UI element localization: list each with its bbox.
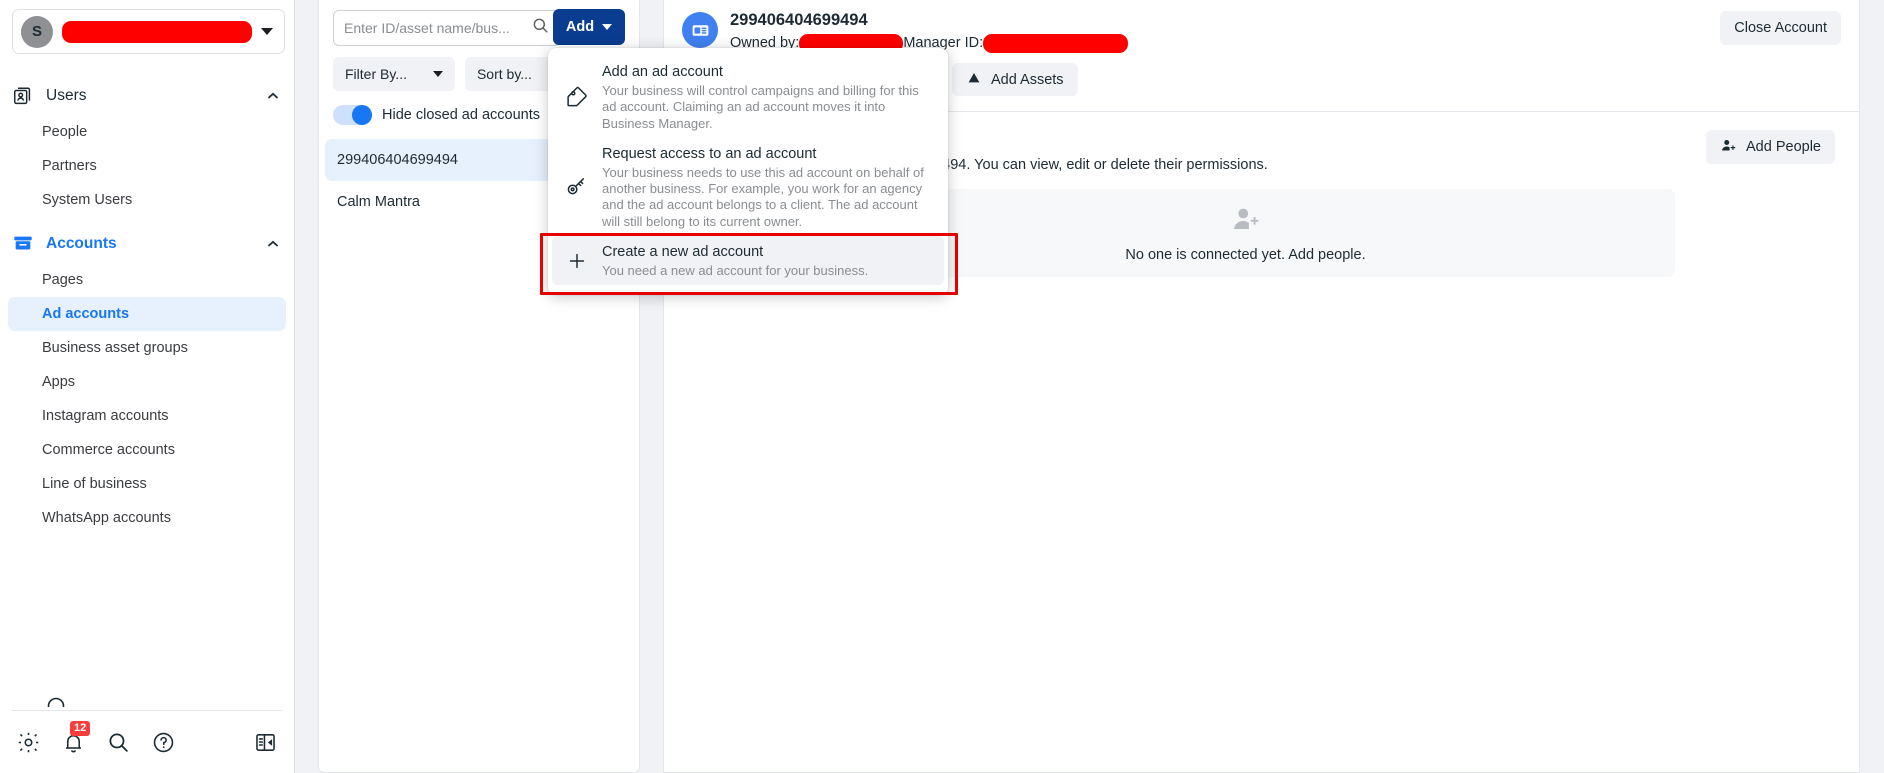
menu-item-description: Your business needs to use this ad accou…	[602, 164, 924, 229]
sidebar-item-partners[interactable]: Partners	[8, 149, 286, 183]
add-button[interactable]: Add	[553, 9, 625, 45]
sidebar-item-whatsapp-accounts[interactable]: WhatsApp accounts	[8, 501, 286, 535]
account-titles: 299406404699494 Owned by: Manager ID:	[730, 9, 1841, 53]
sidebar-group-users[interactable]: Users	[0, 77, 294, 115]
search-input-container[interactable]	[333, 10, 561, 46]
menu-item-request-access[interactable]: Request access to an ad account Your bus…	[552, 138, 944, 236]
sidebar-group-accounts[interactable]: Accounts	[0, 225, 294, 263]
menu-item-body: Create a new ad account You need a new a…	[602, 242, 932, 279]
add-dropdown-menu: Add an ad account Your business will con…	[548, 48, 948, 296]
menu-item-description: Your business will control campaigns and…	[602, 83, 919, 131]
toggle-knob	[352, 105, 372, 125]
sidebar-item-business-asset-groups[interactable]: Business asset groups	[8, 331, 286, 365]
chevron-down-icon[interactable]	[261, 28, 273, 35]
avatar: S	[21, 15, 53, 48]
add-people-button[interactable]: Add People	[1706, 130, 1835, 164]
sidebar-item-commerce-accounts[interactable]: Commerce accounts	[8, 433, 286, 467]
person-plus-icon	[1231, 204, 1261, 239]
sidebar-item-line-of-business[interactable]: Line of business	[8, 467, 286, 501]
sort-by-label: Sort by...	[476, 66, 532, 82]
menu-item-create-new-ad-account[interactable]: Create a new ad account You need a new a…	[552, 236, 944, 286]
users-icon	[12, 85, 34, 107]
menu-item-body: Request access to an ad account Your bus…	[602, 144, 932, 230]
add-assets-icon	[966, 70, 982, 90]
search-icon	[531, 16, 550, 40]
chevron-up-icon[interactable]	[266, 237, 280, 251]
sidebar-item-ad-accounts[interactable]: Ad accounts	[8, 297, 286, 331]
plus-icon	[564, 242, 590, 279]
page-title: 299406404699494	[730, 11, 868, 29]
gear-icon[interactable]	[16, 730, 41, 755]
sidebar-item-apps[interactable]: Apps	[8, 365, 286, 399]
account-header: 299406404699494 Owned by: Manager ID: Cl…	[664, 0, 1859, 53]
menu-item-add-ad-account[interactable]: Add an ad account Your business will con…	[552, 56, 944, 138]
menu-item-title: Request access to an ad account	[602, 145, 817, 162]
empty-state-text: No one is connected yet. Add people.	[1125, 246, 1366, 263]
hide-closed-ad-accounts-label: Hide closed ad accounts	[382, 107, 540, 123]
sidebar-item-people[interactable]: People	[8, 115, 286, 149]
notification-badge: 12	[70, 720, 91, 736]
business-selector[interactable]: S	[12, 9, 285, 54]
sidebar-item-system-users[interactable]: System Users	[8, 183, 286, 217]
key-icon	[564, 144, 590, 230]
add-people-label: Add People	[1746, 139, 1821, 155]
tag-icon	[564, 62, 590, 132]
search-icon[interactable]	[106, 730, 131, 755]
sidebar: S Users People Partners System Users Acc…	[0, 0, 295, 773]
add-person-icon	[1720, 137, 1737, 158]
menu-item-body: Add an ad account Your business will con…	[602, 62, 932, 132]
search-input[interactable]	[344, 20, 525, 36]
menu-item-title: Create a new ad account	[602, 244, 764, 261]
accounts-box-icon	[12, 233, 34, 255]
sidebar-item-instagram-accounts[interactable]: Instagram accounts	[8, 399, 286, 433]
hide-closed-ad-accounts-toggle[interactable]	[333, 105, 372, 125]
sidebar-bottom-bar: 12	[0, 711, 294, 773]
sidebar-group-label: Users	[46, 87, 87, 104]
menu-item-title: Add an ad account	[602, 64, 723, 80]
chevron-up-icon[interactable]	[266, 89, 280, 103]
menu-item-description: You need a new ad account for your busin…	[602, 263, 869, 279]
manager-id-redacted	[983, 33, 1129, 53]
filter-by-dropdown[interactable]: Filter By...	[333, 57, 455, 91]
help-circle-icon[interactable]	[151, 730, 176, 755]
ad-account-icon	[682, 12, 718, 48]
business-manager-page: S Users People Partners System Users Acc…	[0, 0, 1884, 773]
sidebar-next-group-partial	[46, 696, 66, 707]
add-button-label: Add	[565, 19, 595, 35]
sidebar-item-pages[interactable]: Pages	[8, 263, 286, 297]
collapse-panel-icon[interactable]	[253, 730, 278, 755]
close-account-button[interactable]: Close Account	[1720, 11, 1841, 45]
filter-by-label: Filter By...	[345, 66, 407, 82]
sidebar-nav: Users People Partners System Users Accou…	[0, 77, 294, 535]
sidebar-group-label: Accounts	[46, 235, 117, 252]
chevron-down-icon	[602, 24, 613, 30]
add-assets-button[interactable]: Add Assets	[952, 63, 1078, 96]
add-assets-label: Add Assets	[991, 71, 1064, 88]
chevron-down-icon	[432, 71, 443, 77]
business-name-redacted	[62, 20, 252, 43]
bell-icon[interactable]: 12	[61, 720, 91, 755]
